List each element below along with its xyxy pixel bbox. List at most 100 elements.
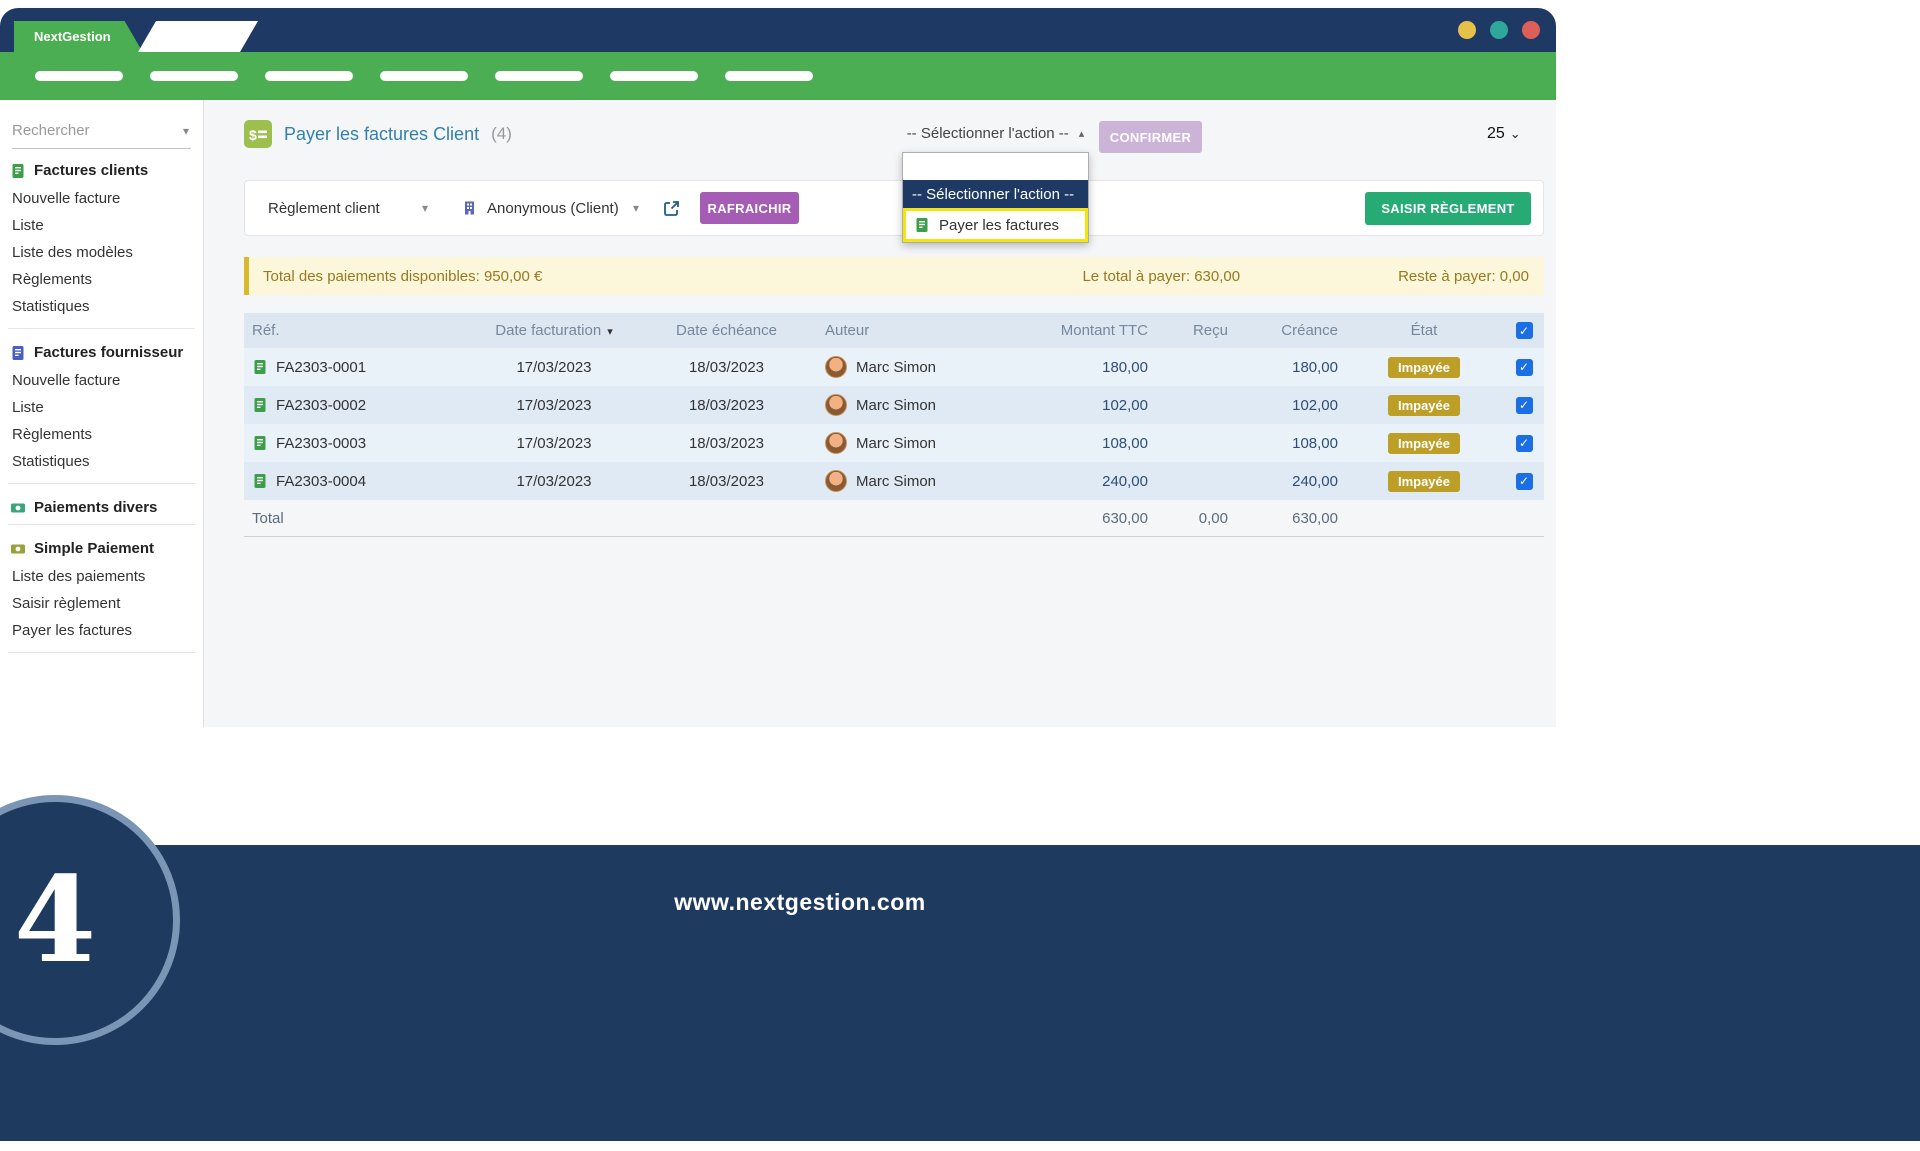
nav-menu-pill-5[interactable] (495, 71, 583, 81)
cash-teal-icon (10, 500, 26, 516)
section-title-label: Factures clients (34, 162, 148, 179)
sidebar-item-reglements-fournisseur[interactable]: Règlements (0, 421, 203, 448)
main-navbar (0, 52, 1556, 100)
invoice-green-icon (10, 163, 26, 179)
sidebar-item-statistiques-client[interactable]: Statistiques (0, 293, 203, 320)
nav-menu-pill-1[interactable] (35, 71, 123, 81)
col-header-montant[interactable]: Montant TTC (1039, 322, 1154, 339)
action-dropdown-panel: -- Sélectionner l'action -- Payer les fa… (902, 152, 1089, 243)
invoice-blue-icon (10, 345, 26, 361)
cell-date-facturation: 17/03/2023 (464, 397, 644, 414)
brand-logo: NextGestion (34, 29, 111, 44)
sidebar-title-factures-clients[interactable]: Factures clients (0, 162, 203, 179)
sidebar-item-statistiques-fournisseur[interactable]: Statistiques (0, 448, 203, 475)
sidebar-item-saisir-reglement[interactable]: Saisir règlement (0, 590, 203, 617)
invoice-green-icon (914, 217, 930, 233)
cell-auteur: Marc Simon (809, 432, 1039, 454)
sidebar-title-factures-fournisseur[interactable]: Factures fournisseur (0, 344, 203, 361)
ref-label: FA2303-0004 (276, 473, 366, 490)
nav-menu-pill-7[interactable] (725, 71, 813, 81)
main-content: $ Payer les factures Client (4) -- Sélec… (204, 100, 1556, 727)
row-checkbox[interactable]: ✓ (1516, 359, 1533, 376)
check-icon: ✓ (1519, 436, 1529, 450)
sidebar-item-reglements-client[interactable]: Règlements (0, 266, 203, 293)
nav-menu-pill-2[interactable] (150, 71, 238, 81)
reglement-type-select[interactable]: Règlement client ▾ (268, 200, 428, 217)
sidebar-divider (8, 524, 195, 525)
cell-montant: 102,00 (1039, 397, 1154, 414)
search-placeholder: Rechercher (12, 122, 90, 139)
chevron-down-icon: ▾ (183, 124, 189, 138)
sidebar-item-payer-les-factures[interactable]: Payer les factures (0, 617, 203, 644)
col-header-recu[interactable]: Reçu (1154, 322, 1234, 339)
col-header-ref[interactable]: Réf. (244, 322, 464, 339)
page-title: Payer les factures Client (284, 124, 479, 145)
col-header-etat[interactable]: État (1344, 322, 1504, 339)
page-size-value: 25 (1487, 125, 1505, 143)
table-row[interactable]: FA2303-0001 17/03/2023 18/03/2023 Marc S… (244, 348, 1544, 386)
dropdown-option-selectionner[interactable]: -- Sélectionner l'action -- (903, 180, 1088, 208)
nav-menu-pill-3[interactable] (265, 71, 353, 81)
sidebar-search-select[interactable]: Rechercher ▾ (12, 118, 191, 149)
sidebar-item-nouvelle-facture-fournisseur[interactable]: Nouvelle facture (0, 367, 203, 394)
table-row[interactable]: FA2303-0004 17/03/2023 18/03/2023 Marc S… (244, 462, 1544, 500)
status-badge: Impayée (1388, 357, 1460, 378)
col-header-date-facturation[interactable]: Date facturation▾ (464, 322, 644, 339)
ref-label: FA2303-0002 (276, 397, 366, 414)
sidebar-title-paiements-divers[interactable]: Paiements divers (0, 499, 203, 516)
nav-menu-pill-6[interactable] (610, 71, 698, 81)
dropdown-option-blank[interactable] (903, 153, 1088, 180)
action-select[interactable]: -- Sélectionner l'action -- ▴ (904, 125, 1087, 142)
nav-menu-pill-4[interactable] (380, 71, 468, 81)
window-dot-yellow-icon (1458, 21, 1476, 39)
sidebar-item-nouvelle-facture-client[interactable]: Nouvelle facture (0, 185, 203, 212)
page-count: (4) (491, 124, 512, 144)
saisir-reglement-button[interactable]: SAISIR RÈGLEMENT (1365, 192, 1531, 225)
sidebar-item-liste-des-modeles[interactable]: Liste des modèles (0, 239, 203, 266)
row-checkbox[interactable]: ✓ (1516, 473, 1533, 490)
cell-date-echeance: 18/03/2023 (644, 397, 809, 414)
action-select-value: -- Sélectionner l'action -- (907, 125, 1069, 142)
avatar (825, 470, 847, 492)
dropdown-option-payer-les-factures[interactable]: Payer les factures (903, 208, 1088, 242)
sidebar-item-liste-client[interactable]: Liste (0, 212, 203, 239)
dropdown-option-label: -- Sélectionner l'action -- (912, 186, 1074, 203)
check-icon: ✓ (1519, 360, 1529, 374)
page-header: $ Payer les factures Client (4) (244, 120, 512, 148)
ref-label: FA2303-0001 (276, 359, 366, 376)
col-header-auteur[interactable]: Auteur (809, 322, 1039, 339)
avatar (825, 432, 847, 454)
avatar (825, 394, 847, 416)
client-select[interactable]: Anonymous (Client) ▾ (487, 200, 639, 217)
external-link-icon[interactable] (663, 200, 680, 217)
auteur-label: Marc Simon (856, 397, 936, 414)
brand-tab: NextGestion (14, 21, 143, 52)
cell-montant: 108,00 (1039, 435, 1154, 452)
table-header-row: Réf. Date facturation▾ Date échéance Aut… (244, 313, 1544, 348)
summary-remaining: Reste à payer: 0,00 (1398, 268, 1529, 285)
row-checkbox[interactable]: ✓ (1516, 435, 1533, 452)
invoices-table: Réf. Date facturation▾ Date échéance Aut… (244, 313, 1544, 537)
cell-ref: FA2303-0003 (244, 435, 464, 452)
col-header-label: Date facturation (495, 322, 601, 339)
caret-up-icon: ▴ (1079, 127, 1085, 140)
confirm-button[interactable]: CONFIRMER (1099, 121, 1202, 153)
auteur-label: Marc Simon (856, 435, 936, 452)
cell-date-facturation: 17/03/2023 (464, 435, 644, 452)
invoice-green-icon (252, 473, 268, 489)
row-checkbox[interactable]: ✓ (1516, 397, 1533, 414)
table-row[interactable]: FA2303-0002 17/03/2023 18/03/2023 Marc S… (244, 386, 1544, 424)
col-header-date-echeance[interactable]: Date échéance (644, 322, 809, 339)
sidebar-title-simple-paiement[interactable]: Simple Paiement (0, 540, 203, 557)
sidebar-item-liste-fournisseur[interactable]: Liste (0, 394, 203, 421)
sidebar-divider (8, 652, 195, 653)
col-header-creance[interactable]: Créance (1234, 322, 1344, 339)
section-title-label: Factures fournisseur (34, 344, 183, 361)
table-row[interactable]: FA2303-0003 17/03/2023 18/03/2023 Marc S… (244, 424, 1544, 462)
cell-etat: Impayée (1344, 471, 1504, 492)
invoice-green-icon (252, 435, 268, 451)
page-size-select[interactable]: 25 ⌄ (1487, 125, 1521, 143)
select-all-checkbox[interactable]: ✓ (1516, 322, 1533, 339)
sidebar-item-liste-des-paiements[interactable]: Liste des paiements (0, 563, 203, 590)
refresh-button[interactable]: RAFRAICHIR (700, 192, 799, 224)
